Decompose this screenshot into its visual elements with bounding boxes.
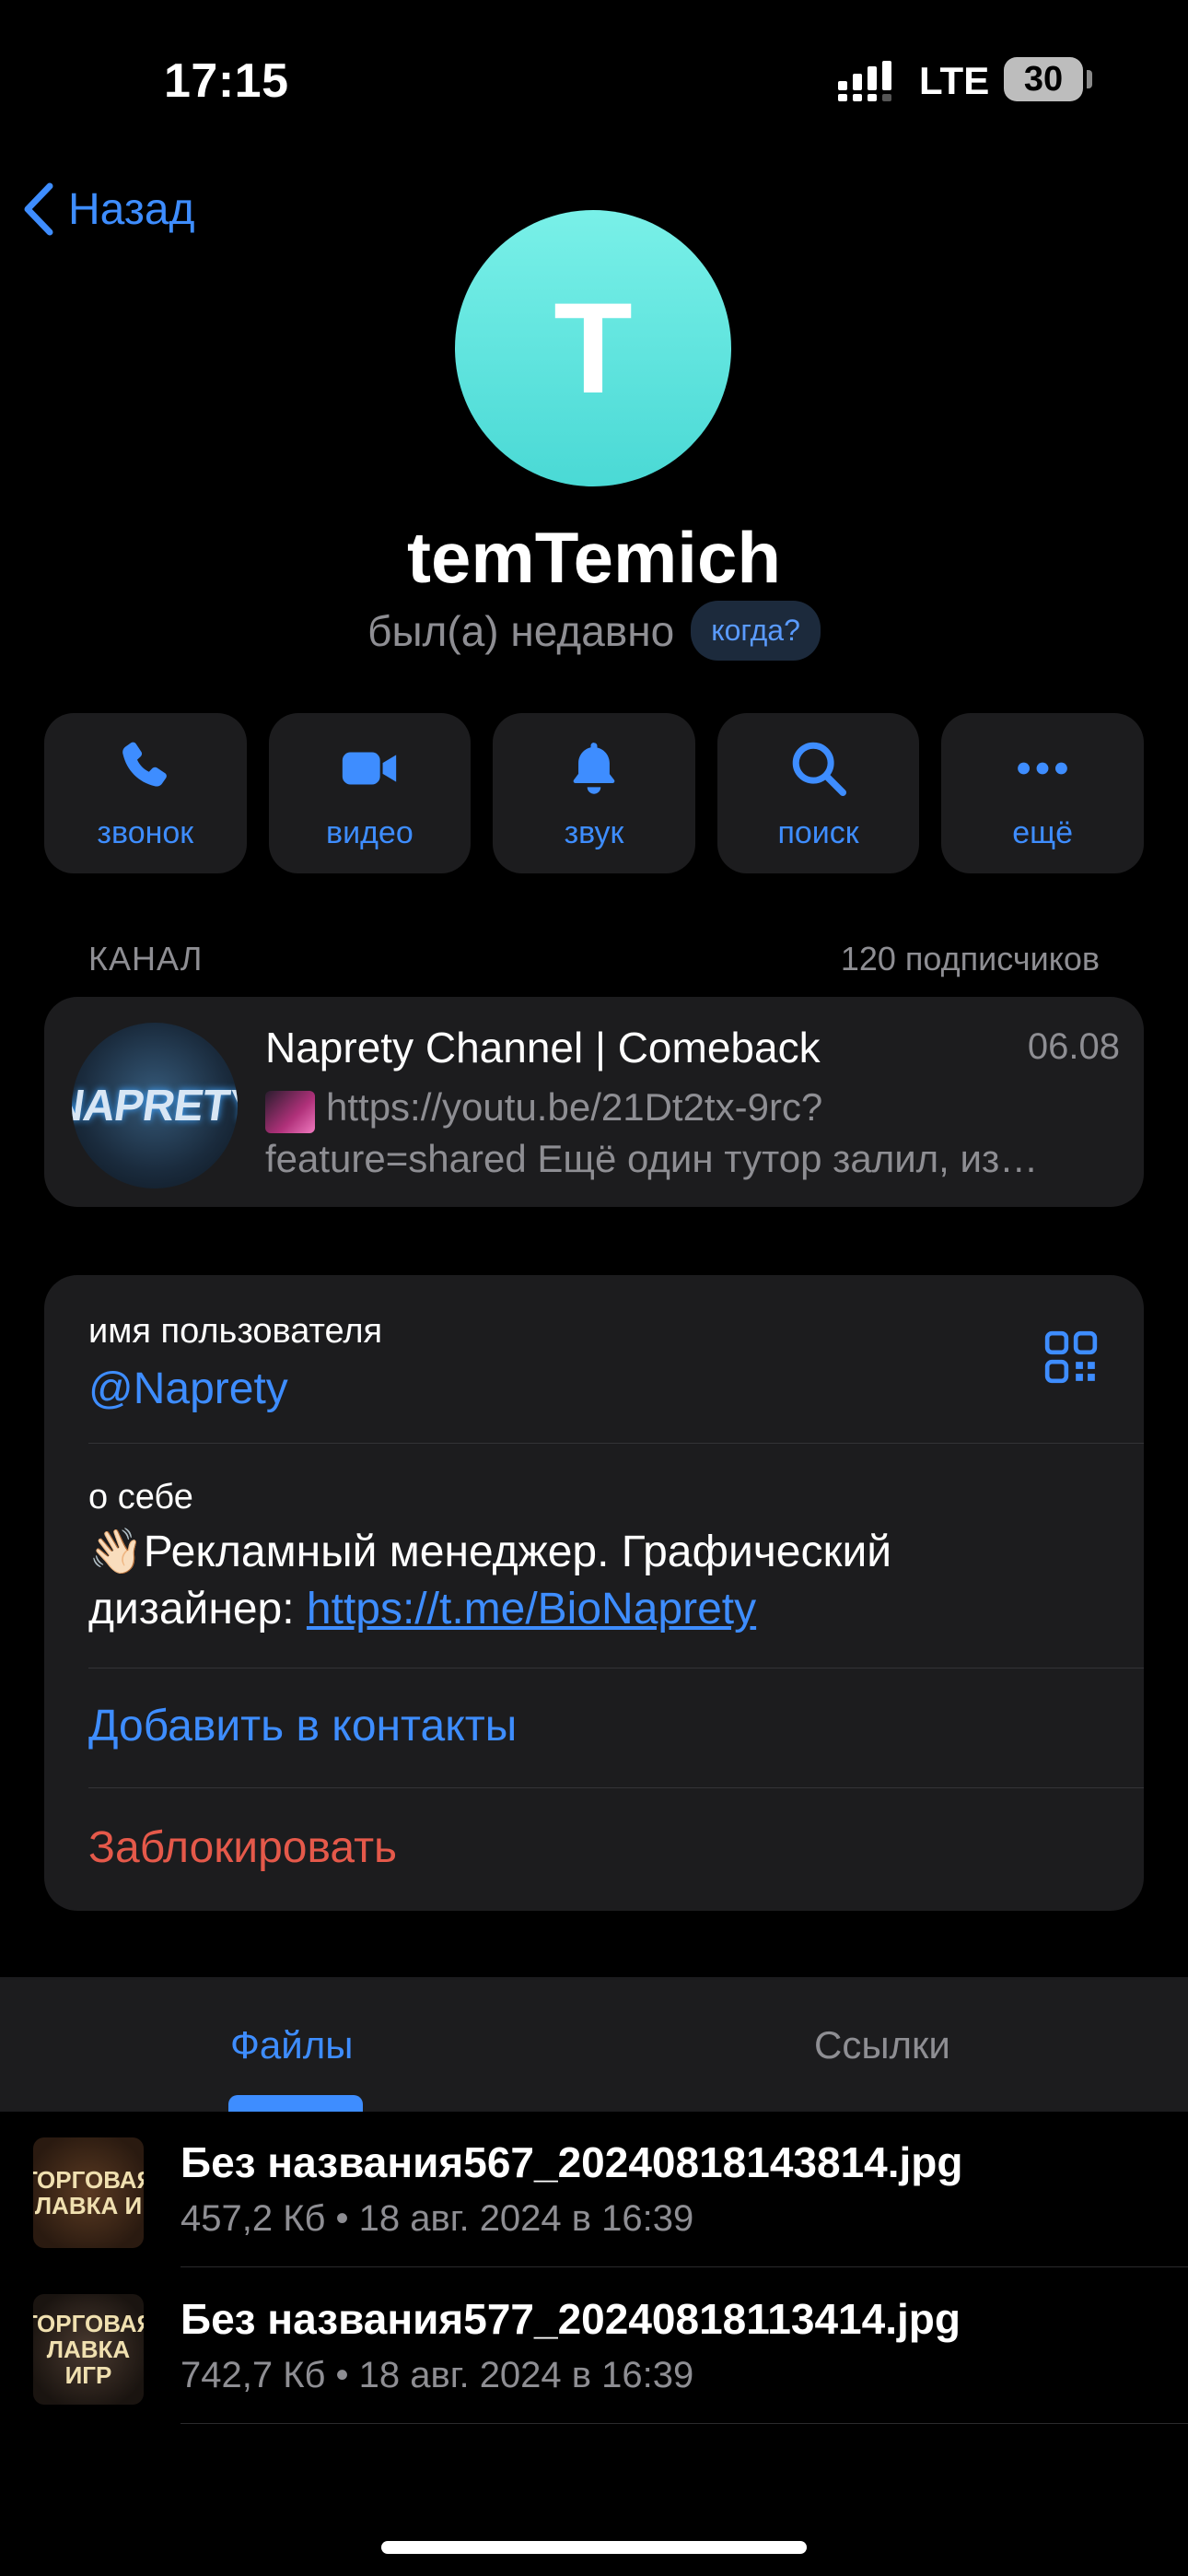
divider xyxy=(181,2423,1188,2424)
status-time: 17:15 xyxy=(164,54,289,108)
more-label: ещё xyxy=(1012,814,1074,850)
channel-preview-line2: feature=shared Ещё один тутор залил, из… xyxy=(265,1137,1039,1180)
channel-title: Naprety Channel | Comeback xyxy=(265,1024,821,1071)
file-name: Без названия577_20240818113414.jpg xyxy=(181,2295,961,2343)
network-type: LTE xyxy=(919,59,990,102)
channel-logo-text: NAPRETY xyxy=(72,1081,238,1130)
about-link[interactable]: https://t.me/BioNaprety xyxy=(307,1585,756,1633)
username-label: имя пользователя xyxy=(88,1312,383,1351)
search-button[interactable]: поиск xyxy=(716,713,920,873)
file-thumbnail: ТОРГОВАЯ ЛАВКА ИГР xyxy=(33,2294,144,2405)
file-meta: 742,7 Кб • 18 авг. 2024 в 16:39 xyxy=(181,2355,694,2395)
active-tab-indicator xyxy=(228,2095,363,2112)
info-card: имя пользователя @Naprety о себе 👋🏻Рекла… xyxy=(44,1275,1144,1911)
qr-code-icon[interactable] xyxy=(1042,1329,1100,1386)
back-label: Назад xyxy=(68,184,195,234)
list-item[interactable]: ТОРГОВАЯ ЛАВКА ИГР Без названия577_20240… xyxy=(0,2272,1188,2429)
profile-name: temTemich xyxy=(407,517,781,598)
video-icon xyxy=(343,752,397,784)
sound-button[interactable]: звук xyxy=(493,713,695,873)
list-item[interactable]: ТОРГОВАЯ ЛАВКА И Без названия567_2024081… xyxy=(0,2115,1188,2272)
battery-nub xyxy=(1087,70,1092,88)
channel-avatar: NAPRETY xyxy=(72,1023,238,1188)
battery-level: 30 xyxy=(1023,59,1064,99)
add-contact-button[interactable]: Добавить в контакты xyxy=(88,1701,517,1751)
divider xyxy=(88,1443,1144,1444)
divider xyxy=(181,2266,1188,2267)
block-button[interactable]: Заблокировать xyxy=(88,1822,397,1873)
call-label: звонок xyxy=(97,814,194,850)
file-thumbnail: ТОРГОВАЯ ЛАВКА И xyxy=(33,2137,144,2248)
battery-icon: 30 xyxy=(1004,57,1083,101)
sound-label: звук xyxy=(564,814,624,850)
home-indicator[interactable] xyxy=(381,2541,807,2554)
last-seen-text: был(а) недавно xyxy=(367,606,675,655)
media-tabs: Файлы Ссылки xyxy=(0,1977,1188,2112)
bell-icon xyxy=(573,742,615,794)
more-button[interactable]: ещё xyxy=(941,713,1144,873)
channel-subscribers: 120 подписчиков xyxy=(840,940,1100,978)
video-label: видео xyxy=(326,814,413,850)
back-button[interactable]: Назад xyxy=(18,181,195,238)
about-text: 👋🏻Рекламный менеджер. Графический дизайн… xyxy=(88,1524,1101,1638)
channel-section-label: КАНАЛ xyxy=(88,940,204,978)
status-row: был(а) недавно когда? xyxy=(0,601,1188,661)
avatar[interactable]: T xyxy=(455,210,731,486)
divider xyxy=(88,1668,1144,1669)
search-label: поиск xyxy=(777,814,859,850)
action-bar: звонок видео звук поиск ещё xyxy=(44,713,1144,873)
file-meta: 457,2 Кб • 18 авг. 2024 в 16:39 xyxy=(181,2198,694,2239)
chevron-left-icon xyxy=(24,182,53,236)
file-name: Без названия567_20240818143814.jpg xyxy=(181,2138,963,2186)
username-value[interactable]: @Naprety xyxy=(88,1364,288,1414)
tab-files[interactable]: Файлы xyxy=(230,2023,353,2067)
tab-links[interactable]: Ссылки xyxy=(814,2023,950,2067)
more-icon xyxy=(1018,762,1068,774)
when-button[interactable]: когда? xyxy=(691,601,821,661)
signal-icon xyxy=(838,61,891,101)
search-icon xyxy=(792,742,846,796)
avatar-initial: T xyxy=(553,275,633,420)
channel-preview-thumbnail xyxy=(265,1091,315,1133)
channel-date: 06.08 xyxy=(1027,1026,1120,1067)
call-button[interactable]: звонок xyxy=(44,713,247,873)
channel-preview-line1: https://youtu.be/21Dt2tx-9rc? xyxy=(326,1085,823,1129)
divider xyxy=(88,1787,1144,1788)
phone-icon xyxy=(122,742,167,787)
video-button[interactable]: видео xyxy=(268,713,472,873)
about-label: о себе xyxy=(88,1478,193,1516)
channel-card[interactable]: NAPRETY Naprety Channel | Comeback 06.08… xyxy=(44,997,1144,1207)
